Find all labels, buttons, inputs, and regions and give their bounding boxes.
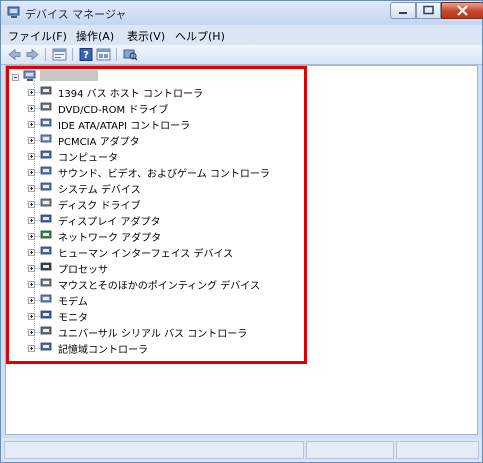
view-icon[interactable] xyxy=(96,48,111,61)
highlight-frame xyxy=(6,66,307,364)
maximize-button[interactable] xyxy=(416,2,441,19)
menu-file[interactable]: ファイル(F) xyxy=(8,28,67,44)
help-icon[interactable]: ? xyxy=(79,48,94,61)
toolbar-separator xyxy=(45,48,46,61)
close-button[interactable] xyxy=(441,2,483,19)
svg-text:?: ? xyxy=(83,50,89,61)
menu-view[interactable]: 表示(V) xyxy=(127,28,165,44)
toolbar-separator xyxy=(116,48,117,61)
toolbar-separator xyxy=(72,48,73,61)
menu-action[interactable]: 操作(A) xyxy=(76,28,114,44)
minimize-icon xyxy=(399,12,407,14)
properties-icon[interactable] xyxy=(52,48,67,61)
menu-help[interactable]: ヘルプ(H) xyxy=(175,28,225,44)
window-title: デバイス マネージャ xyxy=(25,8,127,21)
device-manager-app-icon xyxy=(7,6,20,18)
toolbar: ? xyxy=(1,45,482,65)
forward-arrow-icon[interactable] xyxy=(25,48,40,61)
menu-bar: ファイル(F) 操作(A) 表示(V) ヘルプ(H) xyxy=(1,25,482,45)
back-arrow-icon[interactable] xyxy=(7,48,22,61)
close-icon xyxy=(457,5,468,16)
status-pane-secondary xyxy=(306,441,394,459)
maximize-icon xyxy=(423,5,434,15)
status-bar xyxy=(1,438,482,462)
minimize-button[interactable] xyxy=(390,2,416,19)
scan-hardware-icon[interactable] xyxy=(123,48,138,61)
title-bar[interactable]: デバイス マネージャ xyxy=(1,1,483,25)
status-pane-tertiary xyxy=(396,441,479,459)
status-pane-main xyxy=(4,441,304,459)
